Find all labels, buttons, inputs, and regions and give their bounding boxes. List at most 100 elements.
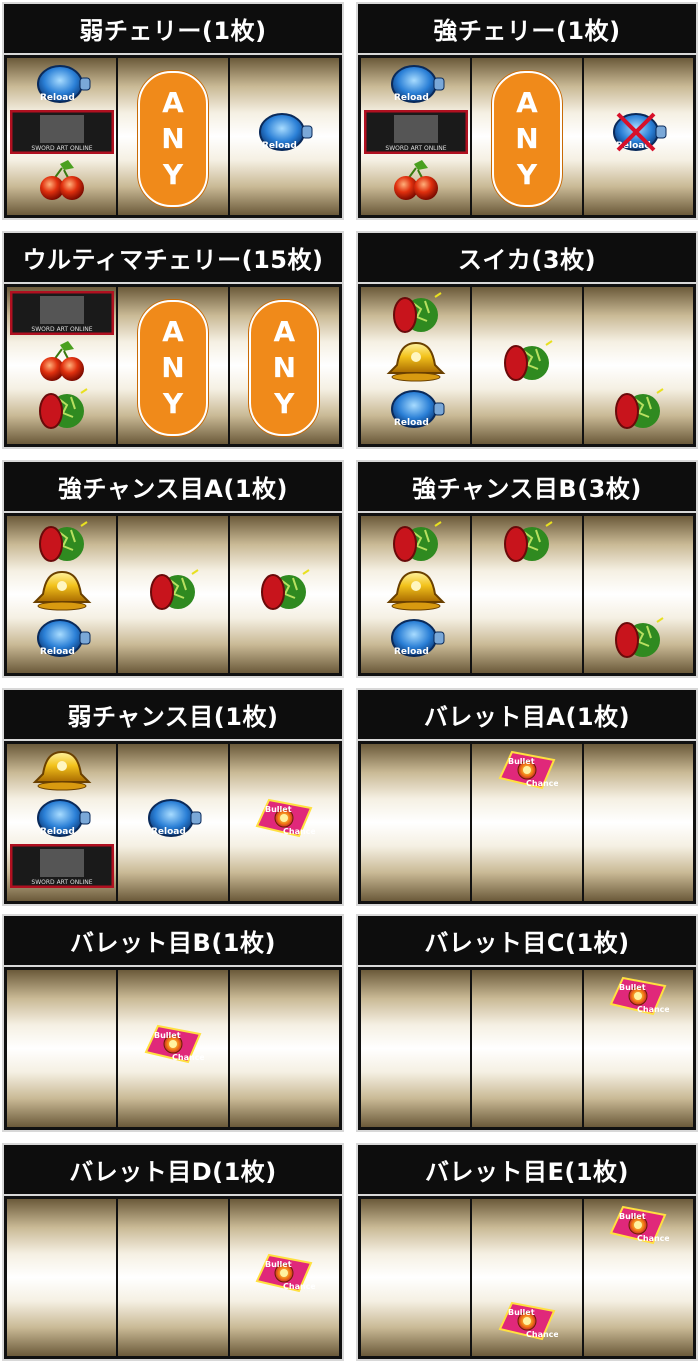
any-badge: ANY [491,71,562,207]
reel-right: Reload [583,58,693,215]
reel-window: Reload SWORD ART ONLINE ANY Reload [358,55,696,218]
sao-logo-icon: SWORD ART ONLINE [9,110,114,154]
reel-center: Reload [118,744,228,901]
reload-icon: Reload [386,62,446,106]
panel-title: バレット目A(1枚) [358,690,696,739]
panel-ultima-cherry: ウルティマチェリー(15枚) SWORD ART ONLINE ANY ANY [2,231,344,449]
reel-center: ANY [472,58,582,215]
svg-text:Reload: Reload [394,647,429,657]
svg-text:SWORD ART ONLINE: SWORD ART ONLINE [31,879,92,886]
panel-weak-cherry: 弱チェリー(1枚) Reload SWORD ART ONLINE ANY Re… [2,2,344,220]
panel-strong-chance-a: 強チャンス目A(1枚) Reload [2,460,344,678]
svg-text:Bullet: Bullet [265,1260,292,1269]
watermelon-icon [609,387,667,431]
watermelon-icon [144,568,202,612]
bell-icon [31,568,93,612]
sao-logo-icon: SWORD ART ONLINE [9,291,114,335]
any-badge: ANY [249,300,320,436]
bullet-chance-icon: Bullet Chance [607,1203,669,1247]
reel-center [118,516,228,673]
reel-left: Reload [7,516,117,673]
svg-text:Bullet: Bullet [508,1308,535,1317]
reel-left [361,744,471,901]
reel-left [7,1199,117,1356]
reel-left: Reload [361,516,471,673]
bullet-chance-icon: Bullet Chance [607,974,669,1018]
reel-window: Bullet Chance [358,967,696,1130]
svg-text:SWORD ART ONLINE: SWORD ART ONLINE [31,145,92,152]
reel-window: Bullet Chance [4,967,342,1130]
sao-logo-icon: SWORD ART ONLINE [9,844,114,888]
svg-text:Reload: Reload [151,827,186,837]
bullet-chance-icon: Bullet Chance [496,1299,558,1343]
cherry-icon [36,158,88,202]
reel-left: Reload [361,287,471,444]
svg-text:Reload: Reload [40,93,75,103]
any-letter: A [162,315,184,348]
panel-title: 強チャンス目A(1枚) [4,462,342,511]
svg-text:Chance: Chance [526,1330,558,1339]
reel-center: Bullet Chance [118,970,228,1127]
svg-text:Reload: Reload [262,141,297,151]
reel-right [583,744,693,901]
bullet-chance-icon: Bullet Chance [496,748,558,792]
reel-right [229,970,339,1127]
panel-strong-cherry: 強チェリー(1枚) Reload SWORD ART ONLINE ANY Re… [356,2,698,220]
svg-text:Chance: Chance [637,1005,669,1014]
reel-right [583,516,693,673]
watermelon-icon [387,291,445,335]
reel-center: Bullet Chance [472,1199,582,1356]
reel-center [472,970,582,1127]
reload-icon: Reload [386,387,446,431]
any-letter: A [516,86,538,119]
reload-icon: Reload [254,110,314,154]
bell-icon [385,339,447,383]
reel-window: Bullet Chance Bullet Chance [358,1196,696,1359]
reel-right: Bullet Chance [583,1199,693,1356]
reel-center [472,287,582,444]
any-letter: N [161,351,185,384]
any-letter: Y [162,387,184,420]
panel-bullet-d: バレット目D(1枚) Bullet Chance [2,1143,344,1361]
reel-window: Reload [358,513,696,676]
watermelon-icon [498,339,556,383]
reel-left: SWORD ART ONLINE [7,287,117,444]
reload-icon: Reload [386,616,446,660]
watermelon-icon [387,520,445,564]
reel-center: ANY [118,58,228,215]
reel-left: Reload SWORD ART ONLINE [361,58,471,215]
any-letter: N [272,351,297,384]
reel-center [472,516,582,673]
panel-bullet-a: バレット目A(1枚) Bullet Chance [356,688,698,906]
svg-text:Reload: Reload [394,418,429,428]
reel-right: Bullet Chance [229,744,339,901]
panel-title: 弱チャンス目(1枚) [4,690,342,739]
svg-text:Reload: Reload [394,93,429,103]
panel-title: バレット目C(1枚) [358,916,696,965]
sao-logo-icon: SWORD ART ONLINE [363,110,468,154]
reel-window: Bullet Chance [358,741,696,904]
svg-text:Bullet: Bullet [619,983,646,992]
any-letter: Y [516,158,538,191]
bell-icon [31,748,93,792]
panel-title: 弱チェリー(1枚) [4,4,342,53]
bullet-chance-icon: Bullet Chance [253,1251,315,1295]
reel-right: Bullet Chance [583,970,693,1127]
reel-center: Bullet Chance [472,744,582,901]
panel-title: 強チャンス目B(3枚) [358,462,696,511]
svg-text:Chance: Chance [283,827,315,836]
bell-icon [385,568,447,612]
watermelon-icon [255,568,313,612]
cherry-icon [36,339,88,383]
reel-window: Bullet Chance [4,1196,342,1359]
reel-right [229,516,339,673]
panel-title: バレット目B(1枚) [4,916,342,965]
watermelon-icon [33,387,91,431]
panel-title: 強チェリー(1枚) [358,4,696,53]
reel-left [7,970,117,1127]
reload-icon: Reload [32,796,92,840]
panel-title: ウルティマチェリー(15枚) [4,233,342,282]
reel-window: Reload [4,513,342,676]
svg-text:Chance: Chance [283,1282,315,1291]
svg-text:Chance: Chance [526,779,558,788]
